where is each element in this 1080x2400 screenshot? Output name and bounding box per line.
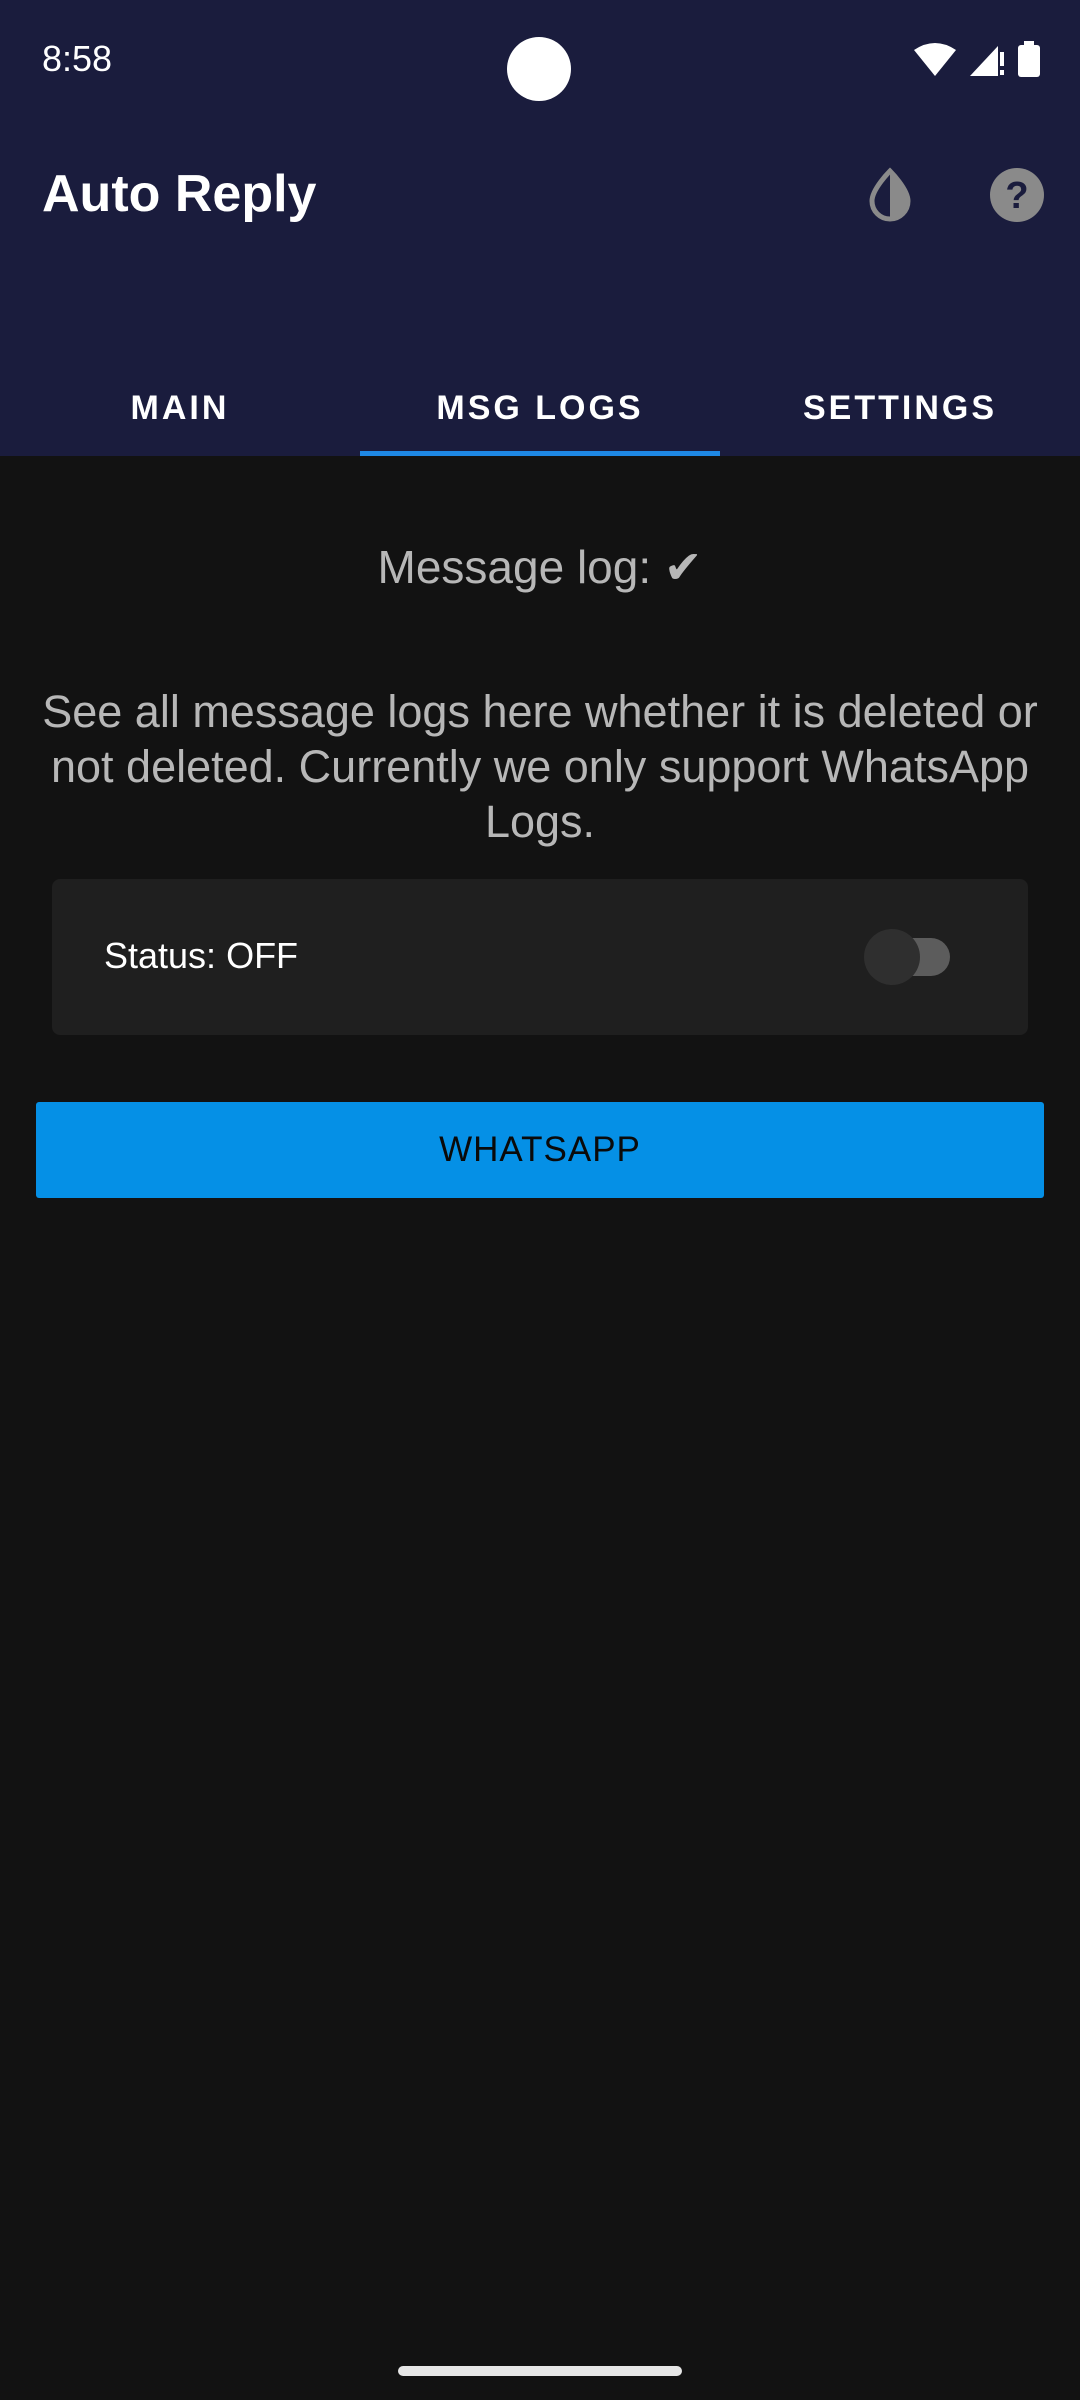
- battery-icon: [1018, 41, 1040, 77]
- tab-indicator: [360, 451, 720, 456]
- screen: 8:58 Auto Reply ? MAIN MSG LOGS SETTINGS…: [0, 0, 1080, 2400]
- theme-icon[interactable]: [862, 167, 918, 223]
- tab-bar: MAIN MSG LOGS SETTINGS: [0, 360, 1080, 456]
- tab-msg-logs[interactable]: MSG LOGS: [360, 360, 720, 456]
- status-icons: [914, 40, 1040, 78]
- status-time: 8:58: [42, 38, 113, 79]
- help-icon[interactable]: ?: [988, 166, 1046, 224]
- message-log-description: See all message logs here whether it is …: [42, 686, 1038, 847]
- wifi-icon: [914, 42, 956, 76]
- tab-main[interactable]: MAIN: [0, 360, 360, 456]
- status-toggle[interactable]: [864, 929, 954, 985]
- tab-settings[interactable]: SETTINGS: [720, 360, 1080, 456]
- message-log-heading: Message log: ✔: [377, 541, 703, 593]
- app-bar: 8:58 Auto Reply ? MAIN MSG LOGS SETTINGS: [0, 0, 1080, 456]
- status-card: Status: OFF: [52, 879, 1028, 1035]
- camera-cutout: [507, 37, 571, 101]
- whatsapp-button[interactable]: WHATSAPP: [36, 1102, 1044, 1198]
- home-indicator[interactable]: [398, 2366, 682, 2376]
- status-label: Status: OFF: [104, 935, 299, 976]
- toggle-thumb: [864, 929, 920, 985]
- app-title: Auto Reply: [42, 165, 317, 223]
- signal-icon: [970, 42, 1004, 76]
- svg-text:?: ?: [1005, 175, 1028, 217]
